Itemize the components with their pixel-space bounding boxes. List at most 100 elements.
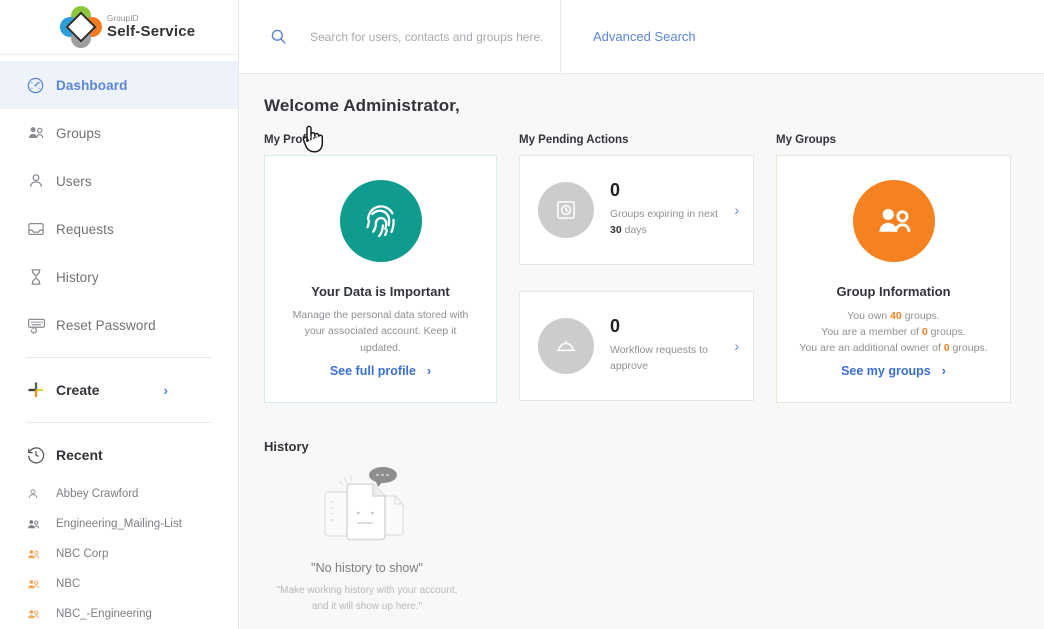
main-area: Advanced Search Welcome Administrator, M… [239, 0, 1044, 629]
search-icon [269, 27, 288, 46]
history-empty-subtitle: "Make working history with your account,… [276, 585, 458, 612]
sidebar-recent-label: Recent [56, 447, 103, 463]
search-area[interactable] [239, 0, 561, 74]
sidebar: GroupID Self-Service Dashboard Groups Us… [0, 0, 239, 629]
recent-item[interactable]: Abbey Crawford [0, 479, 238, 509]
group-icon [852, 180, 935, 262]
pending-text: Workflow requests to approve [610, 344, 708, 372]
pending-text: Groups expiring in next 30 days [610, 208, 718, 236]
recent-item[interactable]: NBC Corp [0, 539, 238, 569]
sidebar-item-label: Users [56, 173, 92, 189]
section-title-history: History [264, 439, 309, 454]
recent-item[interactable]: Engineering_Mailing-List [0, 509, 238, 539]
top-bar: Advanced Search [239, 0, 1044, 74]
groups-card[interactable]: Group Information You own 40 groups. You… [776, 155, 1011, 403]
sidebar-item-label: Dashboard [56, 77, 128, 93]
groupid-logo-icon [60, 6, 102, 48]
section-title-my-groups: My Groups [776, 134, 837, 146]
advanced-search-area: Advanced Search [561, 0, 1044, 74]
sidebar-create-label: Create [56, 382, 100, 398]
groups-icon [26, 123, 56, 143]
recent-item-label: NBC Corp [56, 548, 109, 560]
chevron-right-icon[interactable]: › [734, 338, 739, 354]
brand-name: Self-Service [107, 23, 196, 40]
sidebar-item-label: Groups [56, 125, 101, 141]
group-icon [26, 517, 56, 532]
pending-card-body: 0 Workflow requests to approve [610, 317, 734, 375]
history-empty-state: "No history to show" "Make working histo… [272, 466, 462, 615]
empty-documents-icon [319, 466, 415, 551]
user-icon [26, 487, 56, 501]
sidebar-recent-header: Recent [0, 431, 238, 479]
fingerprint-icon [339, 180, 422, 262]
sidebar-item-create[interactable]: Create › [0, 366, 238, 414]
recent-item-label: Abbey Crawford [56, 488, 139, 500]
pending-card-workflow-requests[interactable]: 0 Workflow requests to approve › [519, 291, 754, 401]
recent-item-label: NBC_-Engineering [56, 608, 152, 620]
hourglass-icon [26, 267, 56, 287]
keyboard-icon [26, 315, 56, 336]
groups-stat-member: You are a member of 0 groups. [821, 325, 966, 338]
chevron-right-icon[interactable]: › [734, 202, 739, 218]
plus-icon [26, 380, 56, 400]
sidebar-item-history[interactable]: History [0, 253, 238, 301]
page-title: Welcome Administrator, [264, 96, 460, 115]
sidebar-item-requests[interactable]: Requests [0, 205, 238, 253]
groups-stat-owned: You own 40 groups. [847, 310, 940, 322]
dashboard-content: Welcome Administrator, My Profile Your D… [239, 74, 1044, 629]
pending-count: 0 [610, 316, 621, 337]
pending-card-groups-expiring[interactable]: 0 Groups expiring in next 30 days › [519, 155, 754, 265]
column-my-groups: My Groups Group Information You own 40 g… [776, 134, 1011, 427]
advanced-search-link[interactable]: Advanced Search [593, 29, 696, 44]
sidebar-item-groups[interactable]: Groups [0, 109, 238, 157]
sidebar-divider-1 [26, 357, 212, 358]
sidebar-item-label: Requests [56, 221, 114, 237]
dashboard-columns: My Profile Your Data is Important Manage… [239, 116, 1044, 427]
profile-card-description: Manage the personal data stored with you… [292, 309, 469, 354]
recent-item[interactable]: NBC_-Engineering [0, 599, 238, 629]
group-icon [26, 547, 56, 562]
history-section: History "No history to show" "Make worki… [239, 427, 1044, 615]
clock-back-icon [26, 445, 56, 465]
see-my-groups-label: See my groups [841, 364, 931, 378]
pending-card-body: 0 Groups expiring in next 30 days [610, 181, 734, 239]
groups-card-stats: You own 40 groups. You are a member of 0… [799, 309, 987, 356]
app-root: GroupID Self-Service Dashboard Groups Us… [0, 0, 1044, 629]
recent-item[interactable]: NBC [0, 569, 238, 599]
brand-sup: GroupID [107, 14, 139, 23]
groups-card-title: Group Information [836, 284, 951, 299]
brand-logo[interactable]: GroupID Self-Service [0, 0, 238, 55]
chevron-right-icon: › [941, 364, 946, 378]
history-empty-title: "No history to show" [311, 561, 423, 575]
group-icon [26, 577, 56, 592]
sidebar-item-users[interactable]: Users [0, 157, 238, 205]
sidebar-item-reset-password[interactable]: Reset Password [0, 301, 238, 349]
gauge-icon [26, 76, 56, 95]
sidebar-item-dashboard[interactable]: Dashboard [0, 61, 238, 109]
see-full-profile-link[interactable]: See full profile › [330, 364, 431, 378]
pending-count: 0 [610, 180, 621, 201]
chevron-right-icon[interactable]: › [163, 382, 168, 398]
sidebar-nav: Dashboard Groups Users Requests History … [0, 55, 238, 629]
sidebar-item-label: History [56, 269, 99, 285]
profile-card-title: Your Data is Important [311, 284, 450, 299]
section-title-my-pending-actions: My Pending Actions [519, 134, 629, 146]
column-my-profile: My Profile Your Data is Important Manage… [264, 134, 497, 427]
column-my-pending-actions: My Pending Actions 0 Groups expiring in … [519, 134, 754, 427]
recent-item-label: Engineering_Mailing-List [56, 518, 182, 530]
profile-card[interactable]: Your Data is Important Manage the person… [264, 155, 497, 403]
sidebar-divider-2 [26, 422, 212, 423]
sidebar-item-label: Reset Password [56, 317, 156, 333]
group-icon [26, 607, 56, 622]
recent-item-label: NBC [56, 578, 81, 590]
user-icon [26, 171, 56, 191]
service-bell-icon [538, 318, 594, 374]
section-title-my-profile: My Profile [264, 134, 319, 146]
calendar-clock-icon [538, 182, 594, 238]
inbox-icon [26, 219, 56, 239]
search-input[interactable] [310, 29, 550, 44]
see-my-groups-link[interactable]: See my groups › [841, 364, 946, 378]
see-full-profile-label: See full profile [329, 364, 416, 378]
groups-stat-additional-owner: You are an additional owner of 0 groups. [799, 341, 988, 354]
chevron-right-icon: › [426, 364, 432, 378]
